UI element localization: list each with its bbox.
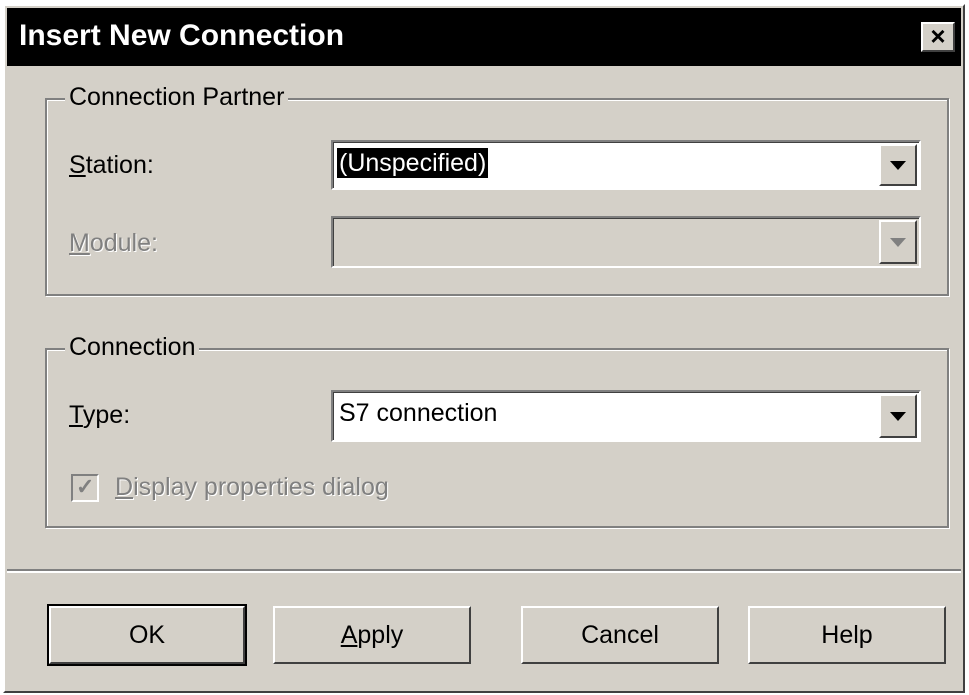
cancel-button[interactable]: Cancel: [521, 606, 719, 664]
module-dropdown-button: [879, 220, 917, 264]
separator: [7, 569, 961, 573]
display-properties-rest: isplay properties dialog: [133, 473, 389, 501]
insert-new-connection-dialog: Insert New Connection × Connection Partn…: [3, 4, 965, 693]
station-value: (Unspecified): [337, 148, 489, 178]
display-properties-mnemonic: D: [115, 473, 134, 501]
type-value: S7 connection: [339, 399, 498, 427]
module-label-rest: odule:: [89, 229, 158, 257]
apply-button[interactable]: Apply: [273, 606, 471, 664]
module-label: Module:: [69, 228, 158, 258]
type-label-rest: ype:: [82, 401, 131, 429]
chevron-down-icon: [890, 238, 906, 247]
type-label-mnemonic: T: [69, 401, 83, 429]
help-button[interactable]: Help: [748, 606, 946, 664]
type-dropdown-button[interactable]: [879, 394, 917, 438]
type-label: Type:: [69, 400, 130, 430]
station-dropdown[interactable]: (Unspecified): [331, 140, 921, 190]
close-button[interactable]: ×: [921, 22, 955, 52]
connection-legend: Connection: [65, 332, 200, 362]
help-label: Help: [821, 621, 873, 649]
display-properties-checkbox: ✓: [71, 474, 99, 502]
checkmark-icon: ✓: [76, 474, 95, 499]
chevron-down-icon: [890, 412, 906, 421]
connection-partner-legend: Connection Partner: [65, 82, 289, 112]
station-label-rest: tation:: [85, 151, 154, 179]
apply-mnemonic: A: [340, 621, 358, 649]
close-icon: ×: [930, 21, 946, 51]
dialog-title: Insert New Connection: [19, 19, 345, 52]
title-bar: Insert New Connection ×: [7, 8, 961, 66]
connection-partner-group: Connection Partner Station: (Unspecified…: [45, 82, 949, 296]
cancel-label: Cancel: [581, 621, 659, 649]
display-properties-label: Display properties dialog: [115, 472, 389, 502]
chevron-down-icon: [890, 161, 906, 170]
type-dropdown[interactable]: S7 connection: [331, 390, 921, 442]
module-dropdown: [331, 216, 921, 268]
station-dropdown-button[interactable]: [879, 144, 917, 186]
station-label: Station:: [69, 150, 154, 180]
station-label-mnemonic: S: [69, 151, 86, 179]
apply-label-rest: pply: [357, 621, 404, 649]
connection-group: Connection Type: S7 connection ✓ Display…: [45, 332, 949, 528]
ok-label: OK: [128, 621, 166, 649]
module-label-mnemonic: M: [69, 229, 90, 257]
ok-button[interactable]: OK: [47, 604, 247, 666]
